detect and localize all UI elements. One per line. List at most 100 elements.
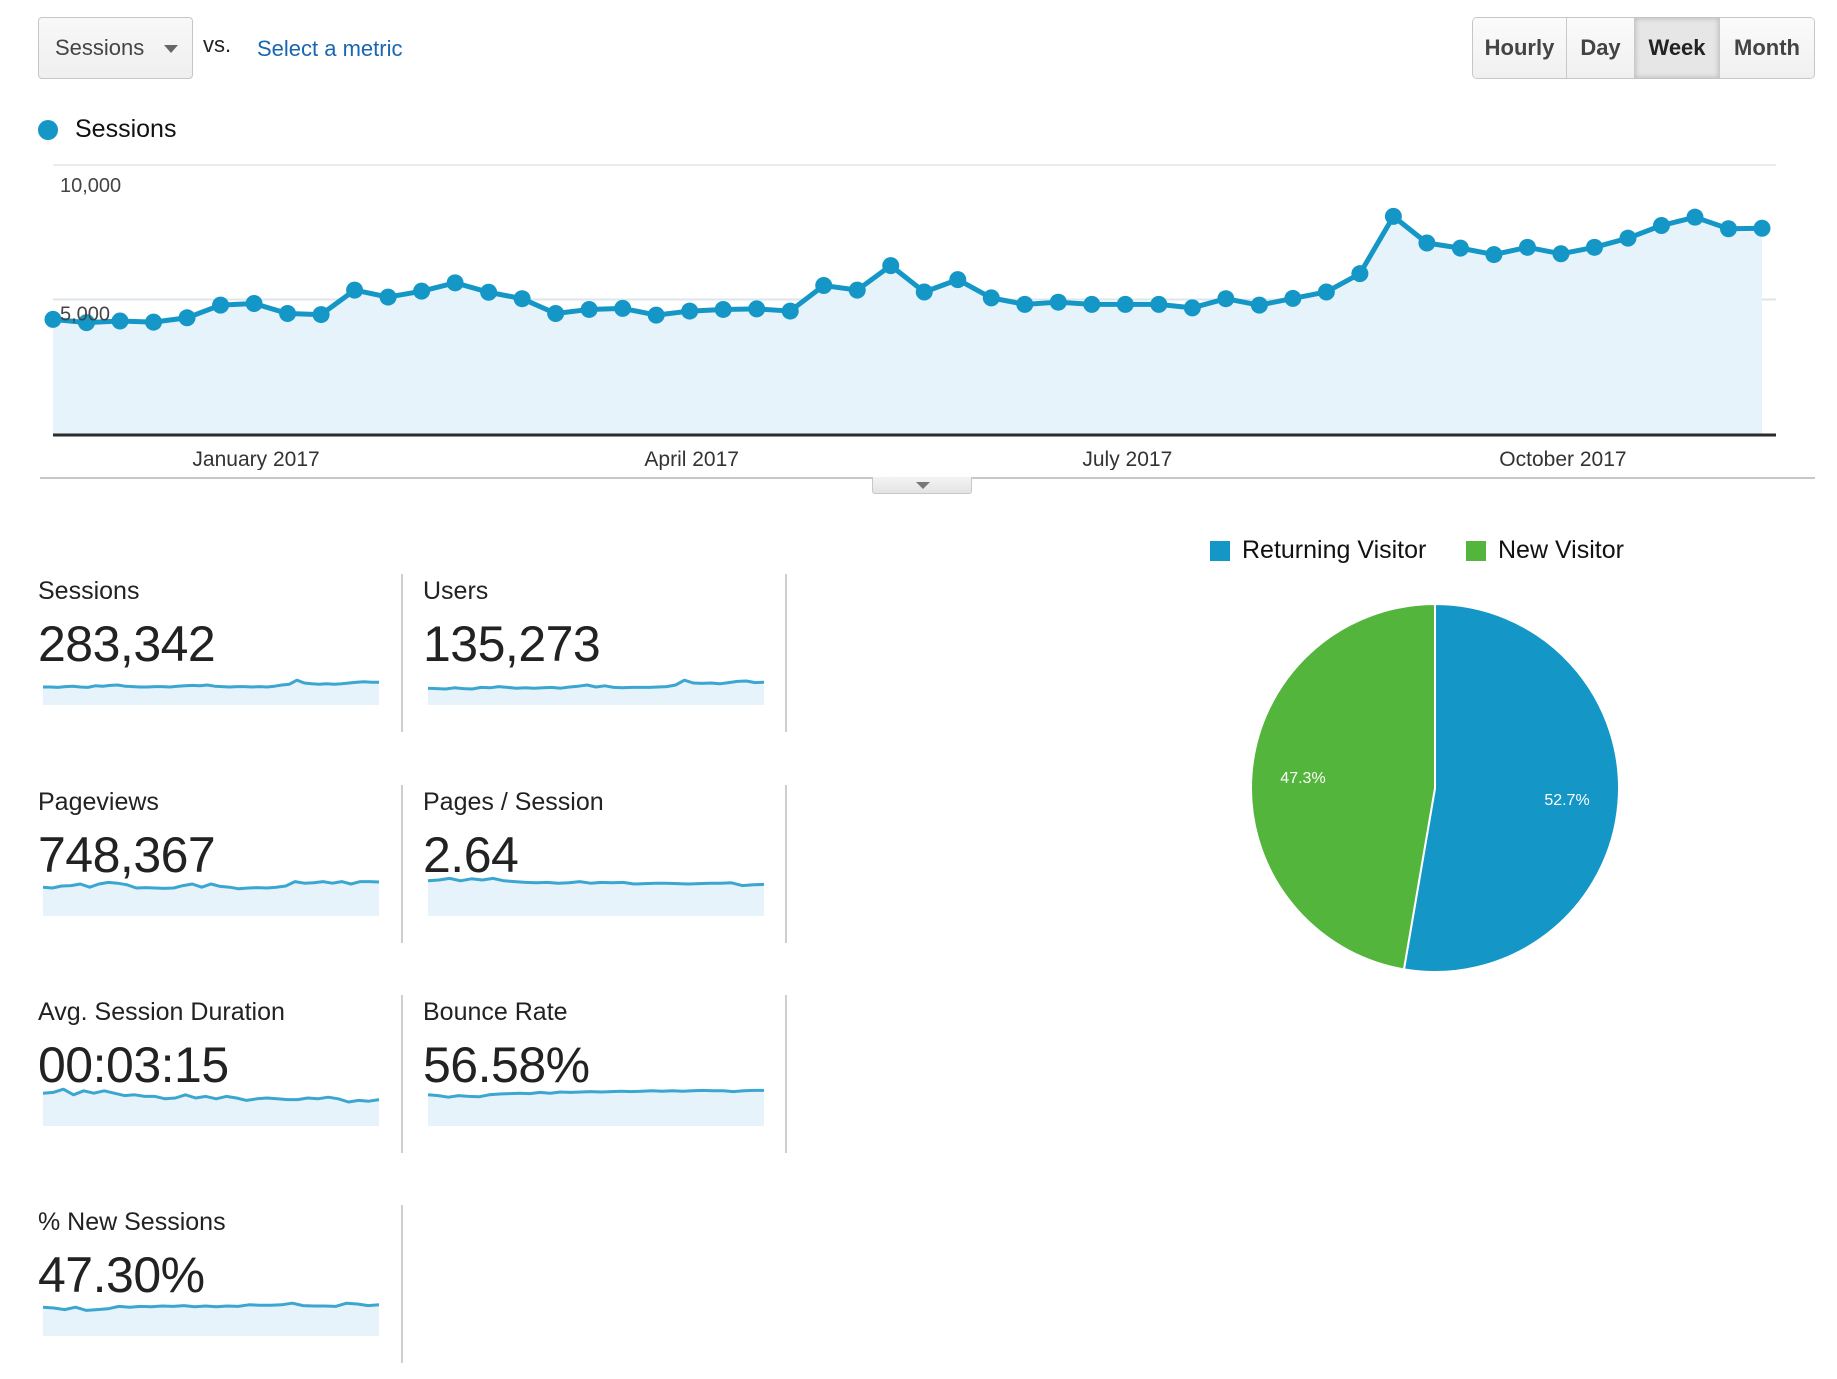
data-point[interactable]: [1183, 299, 1201, 317]
granularity-day-button[interactable]: Day: [1567, 18, 1635, 78]
metric-tile[interactable]: Bounce Rate 56.58%: [423, 998, 806, 1158]
data-point[interactable]: [915, 283, 933, 301]
metric-label: Pages / Session: [423, 788, 604, 816]
data-point[interactable]: [748, 300, 766, 318]
data-point[interactable]: [1619, 229, 1637, 247]
data-point[interactable]: [949, 271, 967, 289]
metric-tile[interactable]: Sessions 283,342: [38, 577, 421, 737]
data-point[interactable]: [1150, 295, 1168, 313]
x-tick-label: January 2017: [192, 448, 319, 470]
granularity-month-button[interactable]: Month: [1720, 18, 1814, 78]
data-point[interactable]: [413, 282, 431, 300]
chevron-down-icon: [164, 45, 178, 53]
metric-sparkline: [42, 1087, 380, 1126]
data-point[interactable]: [1585, 238, 1603, 256]
data-point[interactable]: [1049, 293, 1067, 311]
data-point[interactable]: [714, 300, 732, 318]
data-point[interactable]: [379, 288, 397, 306]
sparkline-area: [43, 1089, 379, 1126]
pie-legend-label: New Visitor: [1498, 536, 1624, 564]
metric-tile[interactable]: Pageviews 748,367: [38, 788, 421, 948]
metric-label: Pageviews: [38, 788, 159, 816]
data-point[interactable]: [681, 302, 699, 320]
data-point[interactable]: [815, 277, 833, 295]
data-point[interactable]: [1217, 290, 1235, 308]
x-tick-label: April 2017: [644, 448, 739, 470]
tile-divider: [785, 574, 787, 732]
data-point[interactable]: [480, 283, 498, 301]
metric-sparkline: [427, 1088, 764, 1126]
data-point[interactable]: [346, 281, 364, 299]
data-point[interactable]: [1116, 295, 1134, 313]
data-point[interactable]: [1652, 217, 1670, 235]
collapse-chart-handle[interactable]: [872, 477, 972, 494]
tile-divider: [785, 785, 787, 943]
metric-label: Bounce Rate: [423, 998, 568, 1026]
tile-divider: [401, 574, 403, 732]
metric-sparkline: [427, 876, 765, 916]
granularity-week-button[interactable]: Week: [1635, 18, 1720, 78]
data-point[interactable]: [1686, 208, 1704, 226]
sessions-line-chart: 5,000 10,000 January 2017 April 2017 July 2…: [44, 164, 1776, 470]
x-tick-label: October 2017: [1499, 448, 1626, 470]
data-point[interactable]: [178, 309, 196, 327]
data-point[interactable]: [1284, 289, 1302, 307]
data-point[interactable]: [781, 302, 799, 320]
sessions-area-fill: [53, 216, 1762, 434]
data-point[interactable]: [1317, 283, 1335, 301]
pie-slice-returning-visitor[interactable]: [1402, 602, 1620, 973]
data-point[interactable]: [513, 290, 531, 308]
pie-slice-new-visitor[interactable]: [1250, 602, 1436, 971]
data-point[interactable]: [44, 310, 62, 328]
select-metric-link[interactable]: Select a metric: [257, 36, 403, 62]
data-point[interactable]: [1518, 238, 1536, 256]
metric-sparkline: [42, 880, 380, 916]
x-tick-label: July 2017: [1082, 448, 1172, 470]
data-point[interactable]: [446, 274, 464, 292]
data-point[interactable]: [245, 295, 263, 313]
data-point[interactable]: [580, 300, 598, 318]
tile-divider: [785, 995, 787, 1153]
granularity-toggle: Hourly Day Week Month: [1472, 17, 1815, 79]
data-point[interactable]: [1250, 296, 1268, 314]
caret-down-icon: [916, 482, 930, 489]
data-point[interactable]: [614, 299, 632, 317]
data-point[interactable]: [547, 304, 565, 322]
data-point[interactable]: [1384, 207, 1402, 225]
metric-tile[interactable]: % New Sessions 47.30%: [38, 1208, 421, 1368]
data-point[interactable]: [279, 304, 297, 322]
data-point[interactable]: [1418, 234, 1436, 252]
data-point[interactable]: [111, 312, 129, 330]
data-point[interactable]: [1351, 265, 1369, 283]
data-point[interactable]: [982, 289, 1000, 307]
metric-label: Avg. Session Duration: [38, 998, 285, 1026]
data-point[interactable]: [1552, 245, 1570, 263]
data-point[interactable]: [1016, 295, 1034, 313]
metric-label: % New Sessions: [38, 1208, 226, 1236]
metric-sparkline: [43, 678, 379, 705]
data-point[interactable]: [312, 306, 330, 324]
metric-select-dropdown[interactable]: Sessions: [38, 17, 193, 79]
metric-tile[interactable]: Avg. Session Duration 00:03:15: [38, 998, 421, 1158]
sparkline-area: [43, 1303, 379, 1336]
data-point[interactable]: [848, 281, 866, 299]
data-point[interactable]: [145, 313, 163, 331]
metric-select-value: Sessions: [55, 35, 145, 60]
data-point[interactable]: [1485, 246, 1503, 264]
metric-tile[interactable]: Pages / Session 2.64: [423, 788, 806, 948]
data-point[interactable]: [1719, 220, 1737, 238]
data-point[interactable]: [1451, 239, 1469, 257]
data-point[interactable]: [882, 257, 900, 275]
tile-divider: [401, 1205, 403, 1363]
metric-tile[interactable]: Users 135,273: [423, 577, 806, 737]
data-point[interactable]: [212, 296, 230, 314]
data-point[interactable]: [1083, 295, 1101, 313]
metric-label: Sessions: [38, 577, 140, 605]
tile-divider: [401, 785, 403, 943]
data-point[interactable]: [647, 306, 665, 324]
y-tick-label: 10,000: [60, 175, 121, 197]
granularity-hourly-button[interactable]: Hourly: [1473, 18, 1567, 78]
tile-divider: [401, 995, 403, 1153]
pie-slice-label: 47.3%: [1280, 770, 1325, 787]
data-point[interactable]: [1753, 219, 1771, 237]
